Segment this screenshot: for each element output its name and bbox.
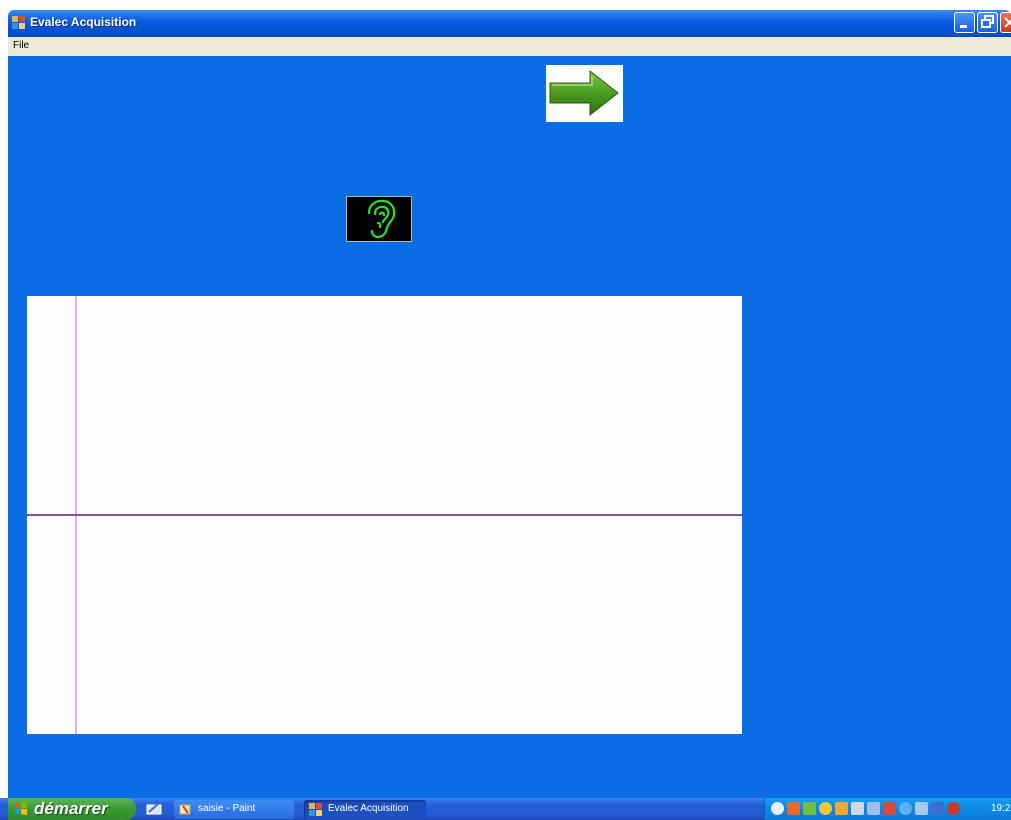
tray-monitor-icon[interactable]	[915, 802, 928, 815]
close-icon	[1004, 17, 1011, 28]
tray-antivirus-icon[interactable]	[947, 802, 960, 815]
green-arrow-right-icon	[549, 69, 619, 117]
show-desktop-icon[interactable]	[146, 802, 162, 816]
main-panel	[8, 56, 1011, 798]
writing-canvas[interactable]	[27, 296, 742, 734]
taskbar-item-label: Evalec Acquisition	[328, 803, 409, 814]
paint-icon	[179, 804, 191, 815]
start-button[interactable]: démarrer	[8, 798, 136, 820]
next-button[interactable]	[546, 65, 623, 122]
tray-check-icon[interactable]	[803, 802, 816, 815]
tray-messenger-icon[interactable]	[883, 802, 896, 815]
clock[interactable]: 19:27	[991, 803, 1011, 814]
close-button[interactable]	[1000, 12, 1011, 33]
base-line	[27, 514, 742, 516]
menu-file[interactable]: File	[13, 40, 29, 51]
menu-bar: File	[8, 37, 1011, 57]
tray-network-icon[interactable]	[771, 802, 784, 815]
tray-search-icon[interactable]	[819, 802, 832, 815]
system-tray: 19:27	[764, 798, 1011, 820]
app-window: Evalec Acquisition File	[0, 0, 1011, 798]
minimize-button[interactable]	[954, 12, 975, 33]
minimize-icon	[960, 25, 967, 28]
app-icon	[309, 803, 322, 816]
tray-display-icon[interactable]	[851, 802, 864, 815]
listen-button[interactable]	[346, 196, 412, 242]
windows-logo-icon	[15, 802, 27, 815]
app-icon	[12, 16, 25, 29]
window-title: Evalec Acquisition	[30, 15, 137, 29]
taskbar-item-evalec[interactable]: Evalec Acquisition	[304, 800, 426, 819]
restore-icon	[981, 15, 994, 28]
taskbar-item-label: saisie - Paint	[198, 803, 256, 814]
tray-security-icon[interactable]	[787, 802, 800, 815]
tray-bluetooth-icon[interactable]	[931, 802, 944, 815]
tray-shield-icon[interactable]	[835, 802, 848, 815]
tray-update-icon[interactable]	[899, 802, 912, 815]
maximize-button[interactable]	[977, 12, 998, 33]
taskbar: démarrer saisie - Paint Evalec Acquisiti…	[0, 798, 1011, 820]
start-label: démarrer	[34, 799, 108, 818]
tray-volume-icon[interactable]	[867, 802, 880, 815]
ear-icon	[367, 199, 396, 239]
taskbar-item-paint[interactable]: saisie - Paint	[174, 800, 294, 819]
title-bar[interactable]: Evalec Acquisition	[8, 10, 1011, 37]
